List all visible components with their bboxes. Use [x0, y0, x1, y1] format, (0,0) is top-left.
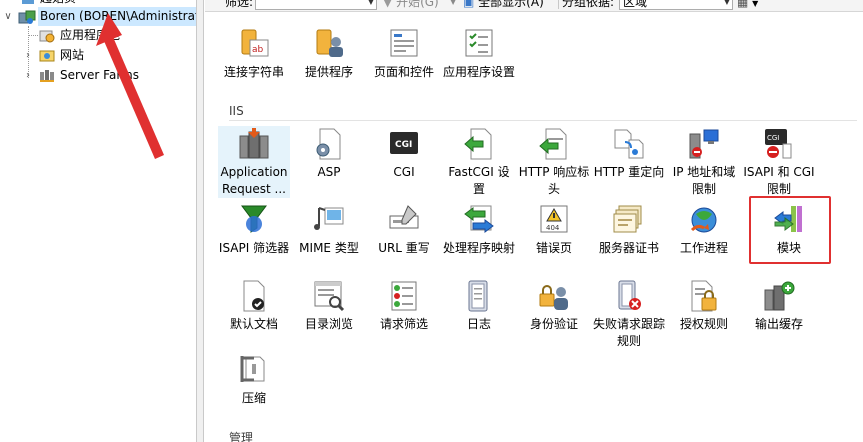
view-dropdown-icon: ▼	[752, 0, 759, 8]
pages-controls-icon	[390, 29, 418, 57]
svg-text:CGI: CGI	[395, 140, 412, 150]
feature-handler-mappings[interactable]: 处理程序映射	[443, 202, 515, 257]
feature-directory-browsing[interactable]: 目录浏览	[293, 278, 365, 333]
feature-error-pages[interactable]: 404 错误页	[518, 202, 590, 257]
ip-restrictions-icon	[689, 129, 719, 159]
feature-authentication[interactable]: 身份验证	[518, 278, 590, 333]
group-by-select[interactable]: 区域 ▼	[619, 0, 733, 10]
start-dropdown-icon[interactable]: ▼	[450, 0, 456, 11]
filter-label: 筛选:	[225, 0, 254, 9]
fastcgi-icon	[464, 128, 492, 160]
start-button[interactable]: ▼ 开始(G)	[383, 0, 439, 11]
connection-strings-icon: ab	[241, 29, 269, 57]
tree-item-server[interactable]: ∨ Boren (BOREN\Administrat	[2, 7, 196, 26]
dropdown-arrow-icon: ▼	[723, 0, 730, 6]
group-by-label: 分组依据:	[562, 0, 615, 9]
filter-input[interactable]: ▼	[255, 0, 377, 10]
compression-icon	[240, 356, 265, 382]
start-page-icon	[20, 0, 36, 6]
http-response-headers-icon	[539, 128, 567, 160]
server-farms-icon	[39, 68, 55, 83]
feature-mime-types[interactable]: MIME 类型	[293, 202, 365, 257]
app-settings-icon	[465, 29, 493, 57]
asp-icon	[316, 128, 341, 160]
tree-item-label: 应用程序池	[60, 28, 121, 42]
directory-browsing-icon	[314, 281, 345, 312]
worker-processes-icon	[690, 207, 717, 233]
feature-url-rewrite[interactable]: URL 重写	[368, 202, 440, 257]
filter-toolbar: 筛选: ▼ ▼ 开始(G) ▼ ▣ 全部显示(A) 分组依据: 区域 ▼ ▦ ▼	[205, 0, 863, 12]
logging-icon	[468, 280, 488, 312]
show-all-button[interactable]: ▣ 全部显示(A)	[463, 0, 544, 11]
feature-http-response-headers[interactable]: HTTP 响应标头	[518, 126, 590, 198]
expand-chevron-icon[interactable]: ›	[22, 66, 34, 85]
group-title-manage: 管理	[229, 431, 254, 442]
dropdown-arrow-icon: ▼	[367, 0, 374, 6]
feature-worker-processes[interactable]: 工作进程	[668, 202, 740, 257]
isapi-filters-icon	[241, 205, 267, 233]
output-caching-icon	[764, 281, 795, 311]
http-redirect-icon	[614, 129, 644, 159]
feature-providers[interactable]: 提供程序	[293, 26, 365, 81]
feature-connection-strings[interactable]: ab 连接字符串	[218, 26, 290, 81]
connections-tree: 起始页 ∨ Boren (BOREN\Administrat 应用程序池 ›	[0, 0, 196, 442]
view-mode-button[interactable]: ▦ ▼	[737, 0, 758, 11]
authorization-rules-icon	[691, 280, 717, 312]
feature-http-redirect[interactable]: HTTP 重定向	[593, 126, 665, 181]
view-grid-icon: ▦	[737, 0, 749, 9]
providers-icon	[316, 29, 343, 57]
server-certificates-icon	[613, 205, 642, 233]
server-icon	[18, 9, 36, 24]
error-pages-icon: 404	[540, 205, 568, 233]
pane-splitter[interactable]	[196, 0, 204, 442]
tree-item-label: 网站	[60, 48, 85, 62]
svg-text:ab: ab	[252, 45, 264, 55]
url-rewrite-icon	[389, 205, 419, 229]
feature-authorization-rules[interactable]: 授权规则	[668, 278, 740, 333]
tree-item-label: Boren (BOREN\Administrat	[38, 7, 196, 26]
feature-logging[interactable]: 日志	[443, 278, 515, 333]
feature-failed-request-tracing[interactable]: 失败请求跟踪规则	[593, 278, 665, 350]
authentication-icon	[539, 285, 568, 310]
collapse-chevron-icon[interactable]: ∨	[2, 7, 14, 26]
feature-asp[interactable]: ASP	[293, 126, 365, 181]
feature-isapi-cgi-restrictions[interactable]: CGI ISAPI 和 CGI 限制	[743, 126, 815, 198]
feature-app-settings[interactable]: 应用程序设置	[443, 26, 515, 81]
svg-text:CGI: CGI	[767, 134, 779, 142]
show-all-icon: ▣	[463, 0, 475, 9]
feature-application-request-routing[interactable]: Application Request ...	[218, 126, 290, 198]
feature-request-filtering[interactable]: 请求筛选	[368, 278, 440, 333]
feature-server-certificates[interactable]: 服务器证书	[593, 202, 665, 257]
sites-icon	[39, 48, 55, 63]
feature-default-document[interactable]: 默认文档	[218, 278, 290, 333]
application-request-routing-icon	[239, 128, 269, 159]
features-view: 筛选: ▼ ▼ 开始(G) ▼ ▣ 全部显示(A) 分组依据: 区域 ▼ ▦ ▼	[205, 0, 863, 442]
feature-output-caching[interactable]: 输出缓存	[743, 278, 815, 333]
isapi-cgi-restrictions-icon: CGI	[765, 129, 792, 159]
default-document-icon	[243, 280, 265, 312]
feature-pages-controls[interactable]: 页面和控件	[368, 26, 440, 81]
feature-compression[interactable]: 压缩	[218, 352, 290, 407]
expand-chevron-icon[interactable]: ›	[22, 46, 34, 65]
feature-cgi[interactable]: CGI CGI	[368, 126, 440, 181]
tree-item-label: Server Farms	[60, 68, 139, 82]
request-filtering-icon	[391, 281, 417, 311]
feature-fastcgi[interactable]: FastCGI 设置	[443, 126, 515, 198]
feature-ip-restrictions[interactable]: IP 地址和域限制	[668, 126, 740, 198]
cgi-icon: CGI	[390, 132, 418, 154]
feature-isapi-filters[interactable]: ISAPI 筛选器	[218, 202, 290, 257]
handler-mappings-icon	[464, 205, 494, 233]
failed-request-tracing-icon	[618, 280, 641, 310]
highlight-box	[749, 196, 831, 264]
svg-text:404: 404	[546, 224, 560, 232]
funnel-icon: ▼	[383, 0, 393, 9]
mime-types-icon	[314, 207, 344, 230]
group-title-iis: IIS	[229, 104, 244, 118]
app-pool-icon	[39, 28, 55, 43]
